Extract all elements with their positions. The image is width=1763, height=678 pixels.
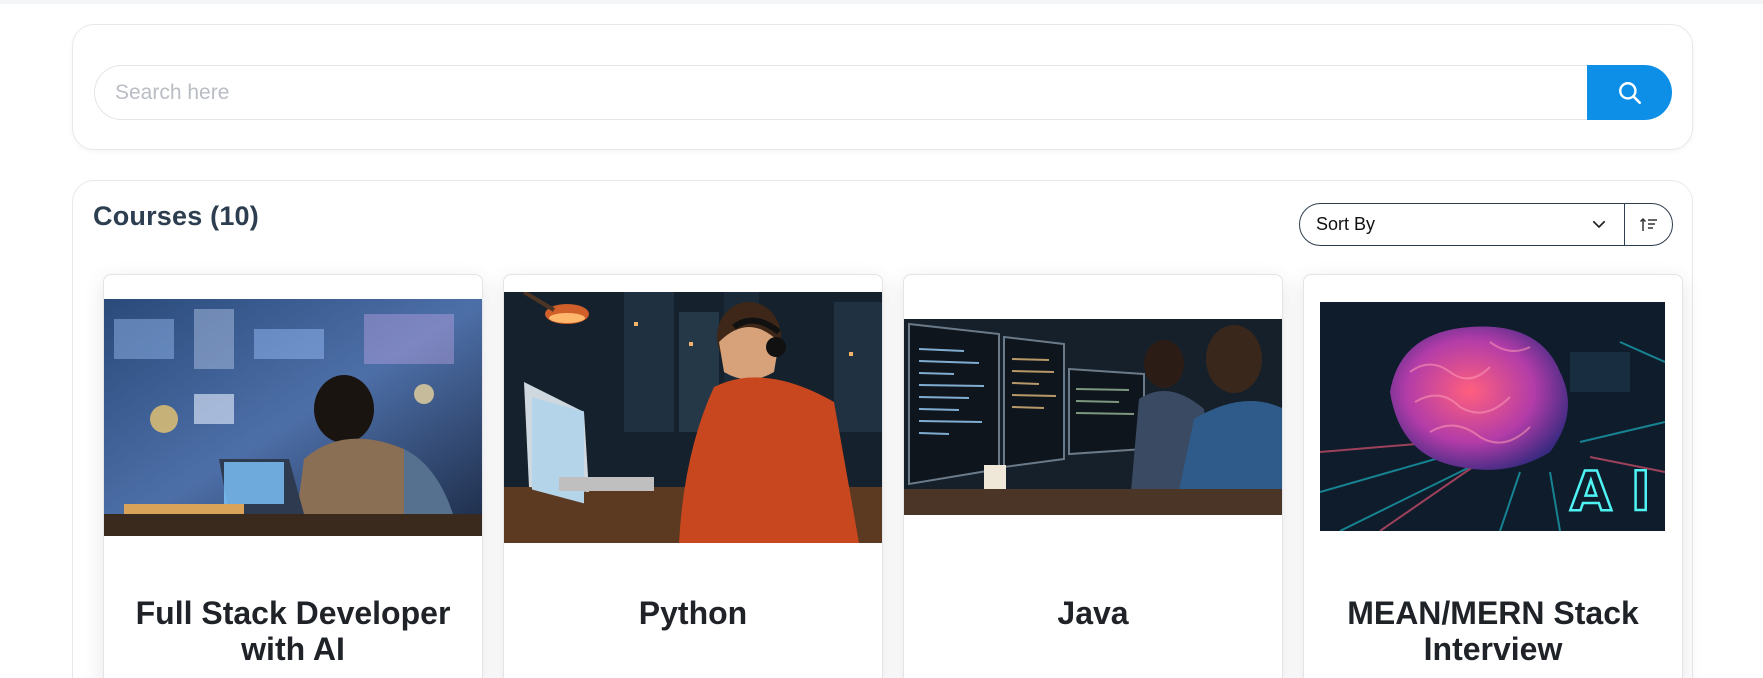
sort-by-label: Sort By	[1316, 214, 1376, 234]
sort-by-select[interactable]: Sort By	[1300, 204, 1624, 245]
sort-order-icon	[1639, 217, 1657, 231]
search-icon	[1618, 81, 1641, 104]
course-title: MEAN/MERN Stack Interview	[1347, 595, 1639, 667]
coder-headphones-night-image	[504, 292, 882, 543]
ai-logo-text: A I	[1570, 460, 1651, 523]
developers-monitors-code-image	[904, 319, 1282, 515]
course-card[interactable]: Java	[903, 274, 1283, 678]
student-laptop-neon-city-image	[104, 299, 482, 536]
course-card[interactable]: Python	[503, 274, 883, 678]
search-input[interactable]	[94, 65, 1590, 120]
course-title: Python	[638, 595, 748, 631]
courses-heading: Courses (10)	[93, 201, 259, 231]
sort-control: Sort By	[1299, 203, 1673, 246]
course-title: Java	[1057, 595, 1129, 631]
ai-brain-circuit-image: A I	[1320, 302, 1665, 531]
chevron-down-icon	[1592, 220, 1606, 228]
search-panel	[72, 24, 1693, 150]
course-card[interactable]: Full Stack Developer with AI	[103, 274, 483, 678]
top-bar	[0, 0, 1763, 4]
sort-order-button[interactable]	[1624, 204, 1672, 245]
course-card[interactable]: A I MEAN/MERN Stack Interview	[1303, 274, 1683, 678]
search-button[interactable]	[1587, 65, 1672, 120]
course-title: Full Stack Developer with AI	[135, 595, 451, 667]
